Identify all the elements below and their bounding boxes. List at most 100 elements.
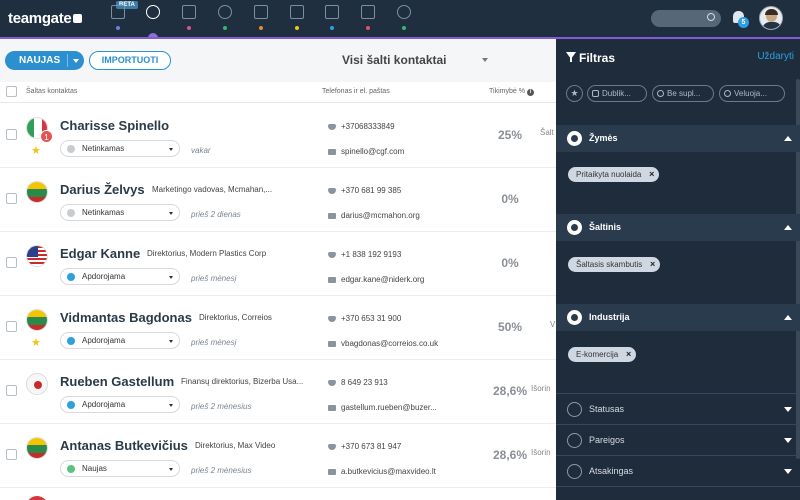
- email-address[interactable]: vbagdonas@correios.co.uk: [341, 339, 438, 348]
- email-address[interactable]: darius@mcmahon.org: [341, 211, 420, 220]
- column-header-probability[interactable]: Tikimybė % i: [489, 88, 534, 96]
- select-all-checkbox[interactable]: [6, 86, 17, 97]
- row-checkbox[interactable]: [6, 321, 17, 332]
- contact-name[interactable]: Rueben Gastellum: [60, 374, 174, 389]
- quick-filter-no-supplier[interactable]: Be supl...: [652, 85, 714, 102]
- status-dot: [67, 209, 75, 217]
- remove-tag-icon[interactable]: ×: [650, 257, 655, 272]
- documents-icon[interactable]: [361, 5, 375, 19]
- nav-dot: [330, 26, 334, 30]
- clock-icon: [724, 90, 731, 97]
- table-row[interactable]: Rueben Gastellum Finansų direktorius, Bi…: [0, 360, 556, 424]
- table-row[interactable]: ★ Vidmantas Bagdonas Direktorius, Correi…: [0, 296, 556, 360]
- star-icon[interactable]: ★: [31, 146, 41, 157]
- phone-icon: [328, 188, 336, 194]
- row-checkbox[interactable]: [6, 129, 17, 140]
- chevron-down-icon[interactable]: [482, 58, 488, 62]
- top-bar: teamgate BETA 5: [0, 0, 800, 43]
- filter-section-position[interactable]: Pareigos: [556, 424, 800, 455]
- chevron-down-icon: [169, 340, 173, 343]
- table-row[interactable]: Edgar Kanne Direktorius, Modern Plastics…: [0, 232, 556, 296]
- row-checkbox[interactable]: [6, 193, 17, 204]
- phone-number[interactable]: +370 653 31 900: [341, 314, 401, 323]
- view-selector[interactable]: Visi šalti kontaktai: [342, 53, 447, 67]
- phone-number[interactable]: +37068333849: [341, 122, 395, 131]
- status-dropdown[interactable]: Apdorojama: [60, 268, 180, 285]
- global-search-input[interactable]: [651, 10, 721, 27]
- status-label: Apdorojama: [82, 400, 126, 409]
- chevron-down-icon[interactable]: [784, 438, 792, 443]
- contacts-icon[interactable]: [111, 5, 125, 19]
- new-button[interactable]: NAUJAS: [5, 51, 84, 70]
- status-dropdown[interactable]: Naujas: [60, 460, 180, 477]
- filter-tag-chip[interactable]: Šaltasis skambutis ×: [568, 257, 661, 272]
- row-checkbox[interactable]: [6, 257, 17, 268]
- probability-value: 25%: [497, 128, 523, 142]
- app-logo[interactable]: teamgate: [8, 10, 83, 27]
- contact-title: Direktorius, Max Video: [195, 441, 276, 450]
- status-dropdown[interactable]: Netinkamas: [60, 204, 180, 221]
- phone-number[interactable]: +370 673 81 947: [341, 442, 401, 451]
- filter-section-tags[interactable]: Žymės: [556, 125, 800, 152]
- favorite-filter-star-icon[interactable]: ★: [566, 85, 583, 102]
- phone-number[interactable]: +1 838 192 9193: [341, 250, 401, 259]
- email-address[interactable]: gastellum.rueben@buzer...: [341, 403, 437, 412]
- status-dropdown[interactable]: Apdorojama: [60, 332, 180, 349]
- chevron-down-icon[interactable]: [784, 407, 792, 412]
- row-checkbox[interactable]: [6, 385, 17, 396]
- info-icon[interactable]: i: [526, 89, 534, 96]
- user-avatar[interactable]: [759, 6, 783, 30]
- table-row[interactable]: Antanas Butkevičius Direktorius, Max Vid…: [0, 424, 556, 488]
- people-icon[interactable]: [218, 5, 232, 19]
- chevron-up-icon[interactable]: [784, 225, 792, 230]
- chevron-up-icon[interactable]: [784, 315, 792, 320]
- filter-section-more[interactable]: [556, 486, 800, 500]
- quick-filter-late[interactable]: Veluoja...: [719, 85, 785, 102]
- owner-icon: [567, 464, 582, 479]
- row-checkbox[interactable]: [6, 449, 17, 460]
- email-address[interactable]: a.butkevicius@maxvideo.lt: [341, 467, 436, 476]
- column-header-contact[interactable]: Šaltas kontaktas: [26, 88, 77, 95]
- star-icon[interactable]: ★: [31, 338, 41, 349]
- contact-name[interactable]: Charisse Spinello: [60, 118, 169, 133]
- email-address[interactable]: spinello@cgf.com: [341, 147, 404, 156]
- calendar-icon[interactable]: [290, 5, 304, 19]
- reports-icon[interactable]: [397, 5, 411, 19]
- filter-tag-chip[interactable]: Pritaikyta nuolaida ×: [568, 167, 660, 182]
- remove-tag-icon[interactable]: ×: [649, 167, 654, 182]
- close-filter-link[interactable]: Uždaryti: [757, 51, 794, 62]
- remove-tag-icon[interactable]: ×: [626, 347, 631, 362]
- filter-section-source[interactable]: Šaltinis: [556, 214, 800, 241]
- phone-number[interactable]: +370 681 99 385: [341, 186, 401, 195]
- chevron-down-icon[interactable]: [73, 59, 79, 63]
- contact-title: Direktorius, Modern Plastics Corp: [147, 249, 267, 258]
- notification-badge: 1: [40, 130, 53, 143]
- filter-tag-chip[interactable]: E-komercija ×: [568, 347, 637, 362]
- table-row[interactable]: 1 ★ Charisse Spinello Netinkamas vakar +…: [0, 104, 556, 168]
- briefcase-icon[interactable]: [254, 5, 268, 19]
- contact-name[interactable]: Darius Želvys: [60, 182, 145, 197]
- deals-icon[interactable]: [146, 5, 160, 19]
- chevron-up-icon[interactable]: [784, 136, 792, 141]
- inbox-icon[interactable]: [325, 5, 339, 19]
- companies-icon[interactable]: [182, 5, 196, 19]
- table-row[interactable]: Darius Želvys Marketingo vadovas, Mcmaha…: [0, 168, 556, 232]
- filter-section-owner[interactable]: Atsakingas: [556, 455, 800, 486]
- quick-filter-duplicates[interactable]: Dublik...: [587, 85, 647, 102]
- column-header-phone-email[interactable]: Telefonas ir el. paštas: [322, 88, 390, 95]
- contact-name[interactable]: Vidmantas Bagdonas: [60, 310, 192, 325]
- mail-icon: [328, 213, 336, 219]
- email-address[interactable]: edgar.kane@niderk.org: [341, 275, 424, 284]
- list-toolbar: NAUJAS IMPORTUOTI Visi šalti kontaktai: [0, 39, 556, 82]
- contact-name[interactable]: Edgar Kanne: [60, 246, 140, 261]
- status-dropdown[interactable]: Netinkamas: [60, 140, 180, 157]
- status-dropdown[interactable]: Apdorojama: [60, 396, 180, 413]
- filter-section-status[interactable]: Statusas: [556, 393, 800, 424]
- phone-number[interactable]: 8 649 23 913: [341, 378, 388, 387]
- chevron-down-icon[interactable]: [784, 469, 792, 474]
- table-row[interactable]: [0, 488, 556, 500]
- filter-section-industry[interactable]: Industrija: [556, 304, 800, 331]
- contact-name[interactable]: Antanas Butkevičius: [60, 438, 188, 453]
- section-label: Industrija: [589, 312, 630, 322]
- import-button[interactable]: IMPORTUOTI: [89, 51, 171, 70]
